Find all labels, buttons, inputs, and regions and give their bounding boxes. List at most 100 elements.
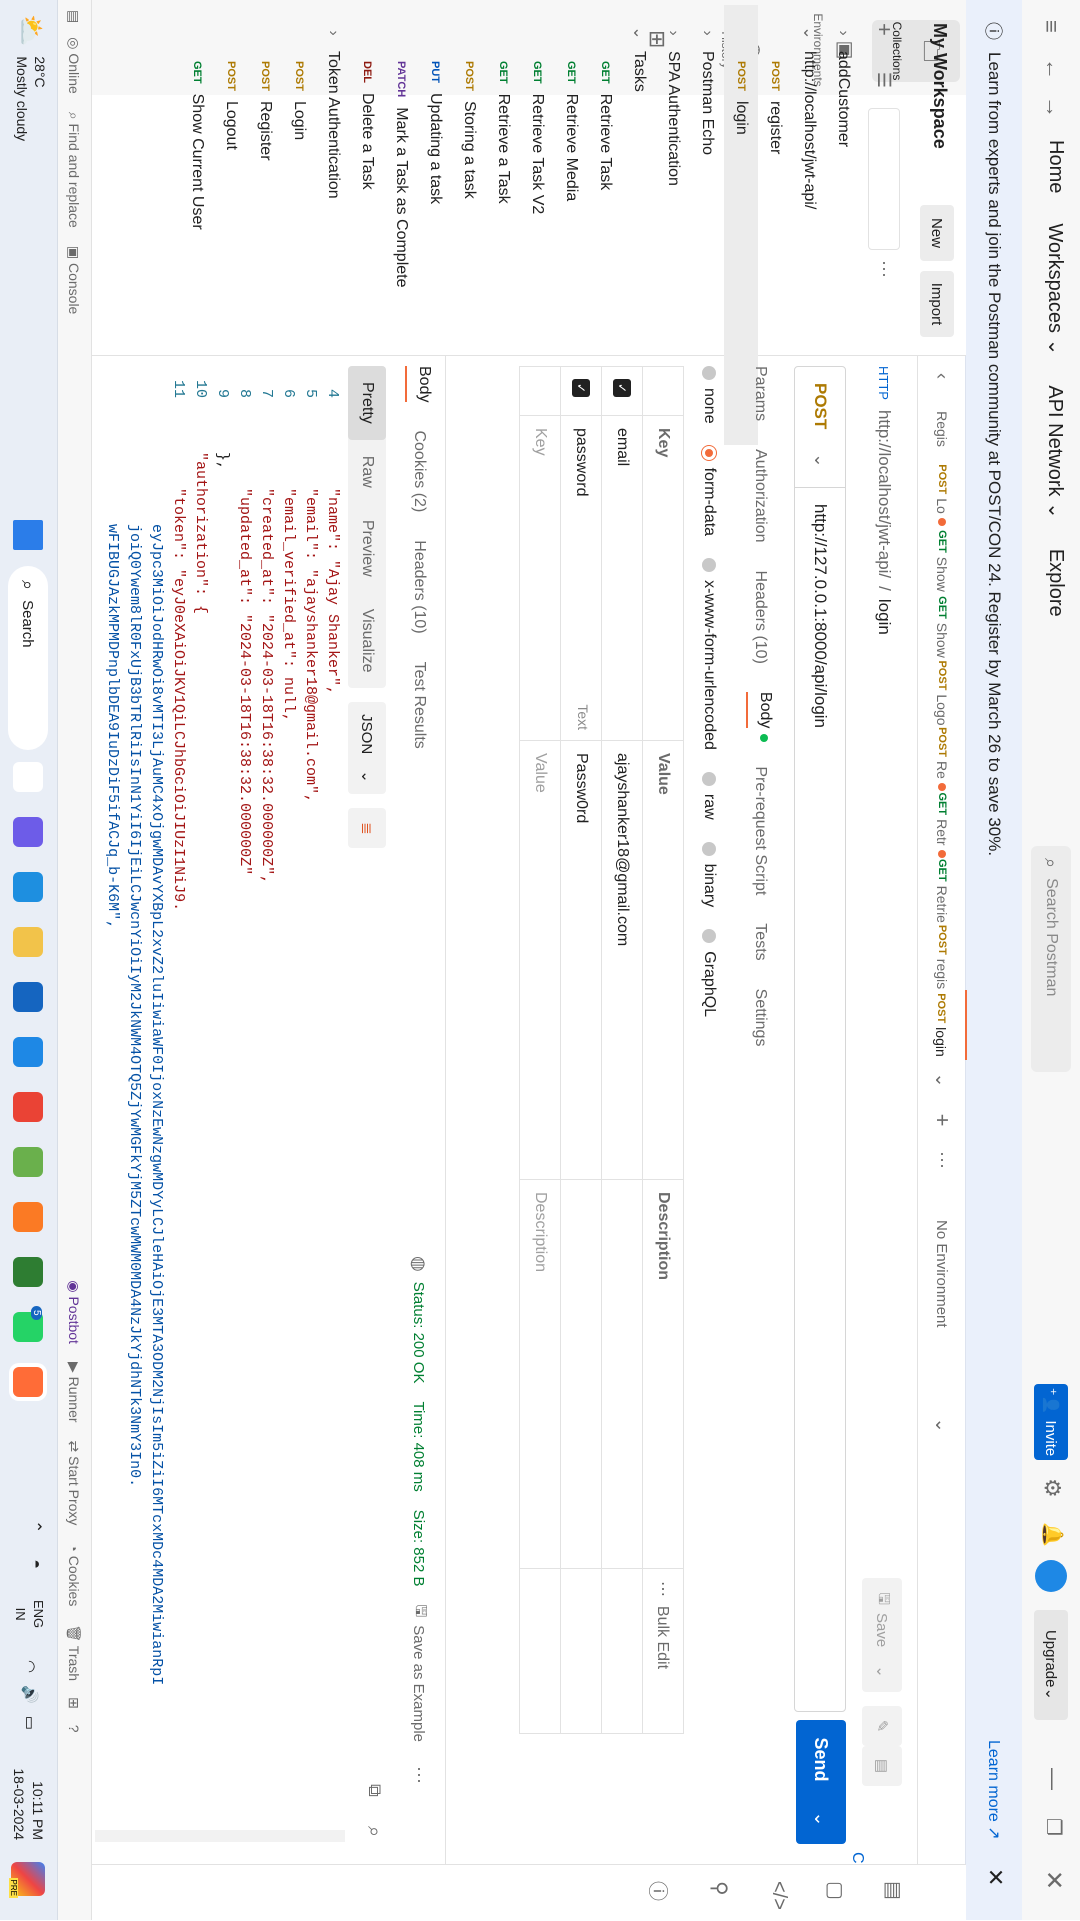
battery-icon[interactable]: ▭ xyxy=(21,1716,39,1730)
new-value-input[interactable]: Value xyxy=(519,740,561,1180)
key-cell[interactable]: email xyxy=(601,415,643,741)
file-explorer-icon[interactable] xyxy=(13,762,43,792)
breadcrumb-parent[interactable]: http://localhost/jwt-api/ xyxy=(874,410,894,578)
bulk-edit-link[interactable]: Bulk Edit xyxy=(654,1606,671,1669)
search-response-icon[interactable]: ⌕ xyxy=(362,1826,385,1837)
cookies-button[interactable]: ◔ Cookies xyxy=(66,1543,82,1606)
find-replace-button[interactable]: ⌕ Find and replace xyxy=(66,112,83,228)
bulk-edit-cell[interactable]: ⋯ Bulk Edit xyxy=(642,1568,684,1734)
description-cell[interactable] xyxy=(601,1179,643,1569)
postman-icon[interactable] xyxy=(13,1367,43,1397)
banner-close-icon[interactable]: ✕ xyxy=(982,1868,1008,1886)
online-status[interactable]: ◎ Online xyxy=(66,37,83,94)
nav-workspaces[interactable]: Workspaces ⌄ xyxy=(1043,223,1068,355)
environment-chevron-icon[interactable]: ⌄ xyxy=(932,1418,953,1433)
notepad-icon[interactable] xyxy=(13,1147,43,1177)
comments-icon[interactable]: ▢ xyxy=(823,1881,848,1900)
wifi-icon[interactable]: ◠ xyxy=(21,1660,39,1673)
format-select[interactable]: JSON ⌄ xyxy=(348,702,386,795)
row-checkbox[interactable]: ✓ xyxy=(560,366,602,416)
body-type-radio[interactable]: raw xyxy=(700,771,718,820)
microsoft-store-icon[interactable] xyxy=(13,982,43,1012)
code-icon[interactable]: </> xyxy=(767,1881,790,1910)
request-subtab[interactable]: Authorization xyxy=(751,449,769,542)
edge-icon[interactable] xyxy=(13,872,43,902)
value-cell[interactable]: Passw0rd xyxy=(560,740,602,1180)
body-type-radio[interactable]: binary xyxy=(700,841,718,907)
chevron-down-icon[interactable]: ⌄ xyxy=(629,21,649,45)
value-cell[interactable]: ajayshanker18@gmail.com xyxy=(601,740,643,1180)
view-mode-button[interactable]: Preview xyxy=(348,504,386,593)
description-cell[interactable] xyxy=(560,1179,602,1569)
response-scrollbar[interactable] xyxy=(95,1830,345,1842)
new-key-input[interactable]: Key xyxy=(519,415,561,741)
back-arrow-icon[interactable]: ← xyxy=(1040,58,1066,80)
nav-home[interactable]: Home xyxy=(1044,140,1067,193)
response-tab[interactable]: Cookies (2) xyxy=(410,430,428,512)
layout-icon[interactable]: ▤ xyxy=(66,10,83,23)
start-proxy-button[interactable]: ⇄ Start Proxy xyxy=(66,1441,83,1526)
request-tab[interactable]: GET Show xyxy=(918,528,966,594)
request-tab[interactable]: POST Logo xyxy=(918,660,966,726)
taskbar-search[interactable]: ⌕ Search xyxy=(8,566,48,750)
more-options-icon[interactable]: ⋯ xyxy=(874,260,895,278)
upgrade-button[interactable]: Upgrade ⌄ xyxy=(1034,1610,1068,1720)
import-button[interactable]: Import xyxy=(920,271,954,337)
xampp-icon[interactable] xyxy=(13,1202,43,1232)
new-description-input[interactable]: Description xyxy=(519,1179,561,1569)
request-subtab[interactable]: Params xyxy=(751,366,769,421)
edit-icon[interactable]: ✎ xyxy=(862,1706,902,1746)
request-subtab[interactable]: Pre-request Script xyxy=(751,766,769,895)
new-button[interactable]: New xyxy=(920,205,954,261)
invite-button[interactable]: ⁺👤 Invite xyxy=(1034,1384,1068,1460)
view-mode-button[interactable]: Raw xyxy=(348,440,386,504)
request-subtab[interactable]: Tests xyxy=(751,923,769,960)
layout-toggle-icon[interactable]: ⊞ xyxy=(66,1697,83,1709)
info-panel-icon[interactable]: ⓘ xyxy=(645,1881,674,1901)
runner-button[interactable]: ▶ Runner xyxy=(66,1362,83,1423)
help-icon[interactable]: ? xyxy=(66,1725,82,1733)
tabs-chevron-down-icon[interactable]: ⌄ xyxy=(932,1060,953,1100)
postbot-button[interactable]: ◉ Postbot xyxy=(66,1280,83,1344)
learn-more-link[interactable]: Learn more ↗ xyxy=(984,1740,1004,1840)
view-mode-button[interactable]: Visualize xyxy=(348,593,386,689)
method-select[interactable]: POST ⌄ xyxy=(795,367,845,488)
console-button[interactable]: ▣ Console xyxy=(66,246,83,315)
tabs-more-icon[interactable]: ⋯ xyxy=(932,1140,953,1180)
body-type-radio[interactable]: GraphQL xyxy=(700,929,718,1017)
response-tab[interactable]: Body xyxy=(405,366,433,403)
copilot-icon[interactable]: PRE xyxy=(9,1862,45,1898)
body-type-radio[interactable]: form-data xyxy=(700,445,718,536)
tray-chevron-icon[interactable]: ⌃ xyxy=(25,1520,45,1533)
whatsapp-icon[interactable]: 5 xyxy=(13,1306,43,1342)
tray-app-icon[interactable]: ◓ xyxy=(26,1559,44,1569)
notification-bell-icon[interactable]: 🔔 xyxy=(1040,1522,1065,1547)
request-tab[interactable]: Regis xyxy=(918,396,966,462)
response-tab[interactable]: Test Results xyxy=(410,662,428,749)
response-more-icon[interactable]: ⋯ xyxy=(409,1766,430,1784)
row-checkbox[interactable]: ✓ xyxy=(601,366,643,416)
new-tab-icon[interactable]: + xyxy=(929,1100,955,1140)
comment-icon[interactable]: ▤ xyxy=(862,1746,902,1786)
chevron-right-icon[interactable]: › xyxy=(324,21,342,45)
close-window-icon[interactable]: ✕ xyxy=(1039,1870,1068,1890)
request-subtab[interactable]: Body xyxy=(746,691,774,729)
settings-gear-icon[interactable]: ⚙ xyxy=(1039,1478,1065,1498)
request-subtab[interactable]: Headers (10) xyxy=(751,571,769,664)
filter-icon[interactable]: ☰ xyxy=(874,72,895,88)
body-type-radio[interactable]: none xyxy=(700,366,718,424)
request-tab[interactable]: POST Lo xyxy=(918,462,966,528)
chevron-right-icon[interactable]: › xyxy=(664,21,682,45)
save-as-example-button[interactable]: Save as Example xyxy=(411,1625,428,1742)
vscode-icon[interactable] xyxy=(13,1037,43,1067)
nav-explore[interactable]: Explore xyxy=(1044,549,1067,617)
chrome-icon[interactable] xyxy=(13,1092,43,1122)
save-button[interactable]: 🖫 Save ⌄ xyxy=(862,1578,902,1692)
response-tab[interactable]: Headers (10) xyxy=(410,540,428,633)
heidisql-icon[interactable] xyxy=(13,1257,43,1287)
forward-arrow-icon[interactable]: → xyxy=(1040,96,1066,118)
copy-icon[interactable]: ⧉ xyxy=(364,1784,385,1797)
clock-time[interactable]: 10:11 PM xyxy=(28,1760,47,1840)
url-input[interactable]: http://127.0.0.1:8000/api/login xyxy=(810,504,830,728)
tabs-chevron-left-icon[interactable]: ‹ xyxy=(932,356,953,396)
